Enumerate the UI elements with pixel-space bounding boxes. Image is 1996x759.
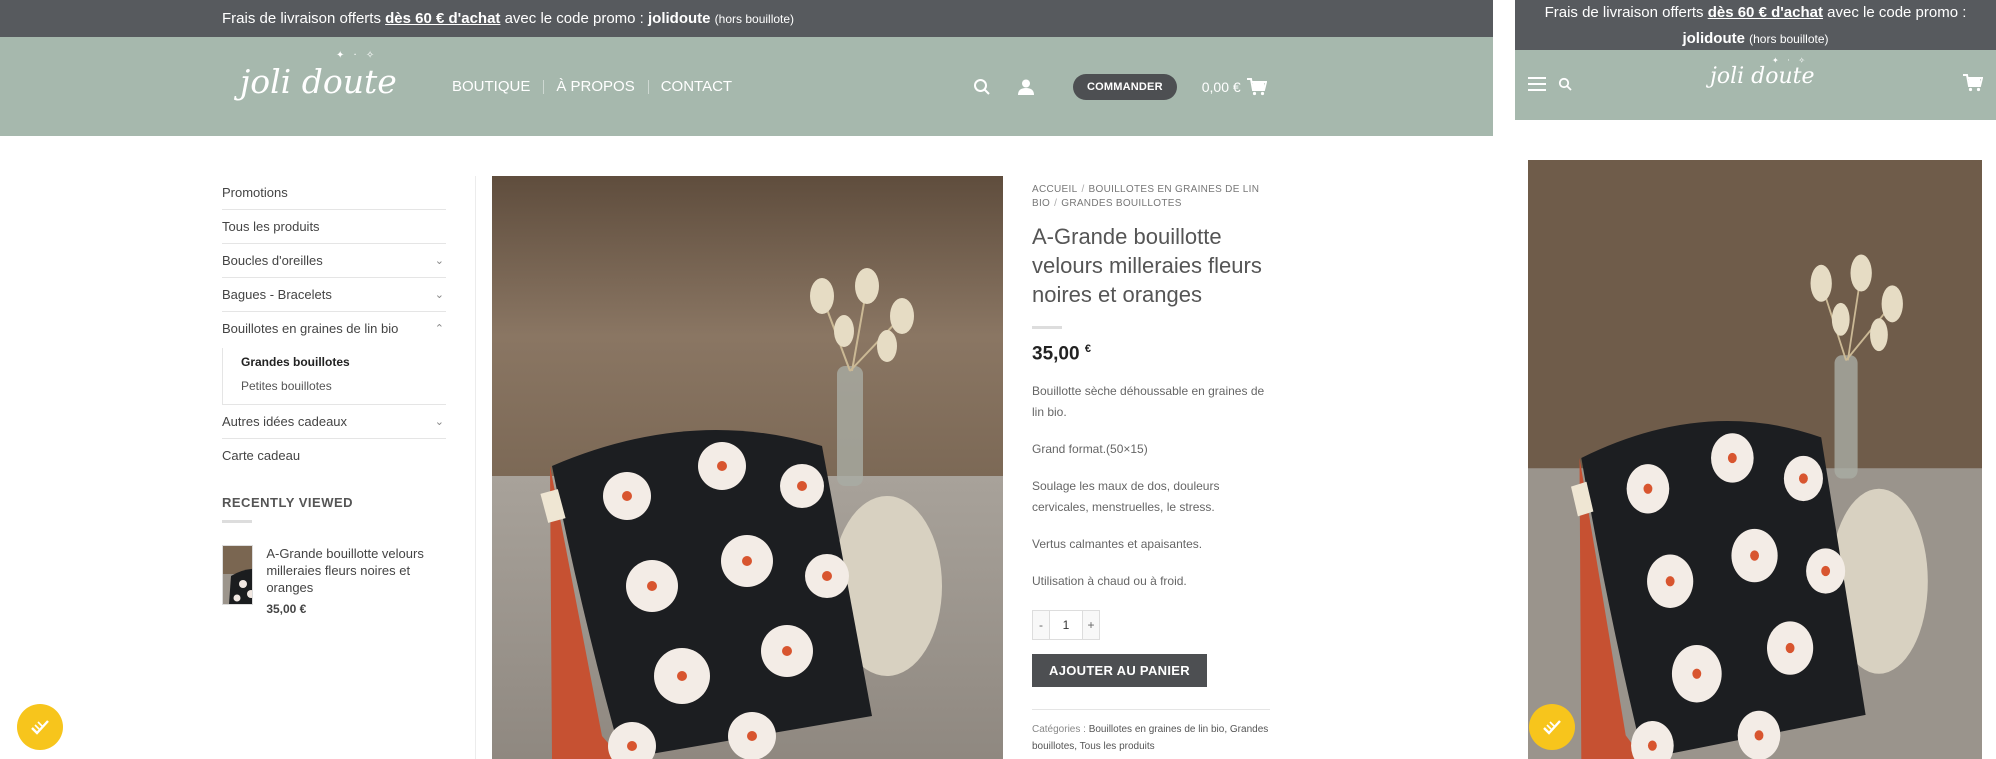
- category-label: Boucles d'oreilles: [222, 253, 323, 268]
- recently-viewed-item[interactable]: A-Grande bouillotte velours milleraies f…: [222, 545, 446, 618]
- chevron-up-icon[interactable]: ⌃: [435, 312, 444, 346]
- promo-code: jolidoute: [648, 10, 711, 27]
- quantity-stepper: - 1 +: [1032, 610, 1270, 641]
- search-icon[interactable]: [1558, 77, 1572, 96]
- promo-prefix: Frais de livraison offerts: [1544, 4, 1708, 21]
- promo-middle: avec le code promo :: [500, 10, 648, 27]
- divider: [222, 520, 252, 523]
- subcategory-list: Grandes bouillotes Petites bouillotes: [222, 348, 446, 405]
- cart-icon[interactable]: [1963, 74, 1984, 97]
- category-boucles[interactable]: Boucles d'oreilles ⌄: [222, 244, 446, 278]
- mobile-view: Frais de livraison offerts dès 60 € d'ac…: [1515, 0, 1996, 759]
- cookie-consent-button[interactable]: [1529, 704, 1575, 750]
- description-paragraph: Utilisation à chaud ou à froid.: [1032, 574, 1187, 589]
- cart-icon: [1246, 77, 1267, 95]
- chevron-down-icon[interactable]: ⌄: [435, 278, 444, 312]
- category-promotions[interactable]: Promotions: [222, 176, 446, 210]
- price-value: 35,00: [1032, 343, 1080, 365]
- description-paragraph: Bouillotte sèche déhoussable en graines …: [1032, 384, 1265, 420]
- product-thumbnail[interactable]: [222, 545, 254, 605]
- promo-suffix: (hors bouillote): [1749, 32, 1829, 46]
- nav-contact[interactable]: CONTACT: [647, 78, 745, 95]
- promo-code: jolidoute: [1682, 30, 1745, 47]
- promo-bar: Frais de livraison offerts dès 60 € d'ac…: [0, 0, 1493, 37]
- category-carte-cadeau[interactable]: Carte cadeau: [222, 439, 446, 473]
- chevron-down-icon[interactable]: ⌄: [435, 244, 444, 278]
- promo-threshold: dès 60 € d'achat: [1707, 4, 1823, 21]
- quantity-decrease-button[interactable]: -: [1032, 610, 1050, 641]
- category-sidebar: Promotions Tous les produits Boucles d'o…: [222, 176, 446, 618]
- description-paragraph: Grand format.(50×15): [1032, 442, 1148, 457]
- product-image[interactable]: [492, 176, 1003, 759]
- quantity-increase-button[interactable]: +: [1082, 610, 1100, 641]
- divider: [475, 176, 476, 759]
- category-bagues[interactable]: Bagues - Bracelets ⌄: [222, 278, 446, 312]
- promo-suffix: (hors bouillote): [714, 12, 795, 26]
- logo-stars: ✦ · ✧: [1772, 56, 1809, 65]
- breadcrumb: ACCUEIL / BOUILLOTES EN GRAINES DE LIN BIO…: [1032, 184, 1260, 209]
- recently-viewed-info: A-Grande bouillotte velours milleraies f…: [266, 545, 446, 618]
- cookie-consent-button[interactable]: [17, 704, 63, 750]
- price-currency: €: [1084, 343, 1091, 355]
- category-label: Tous les produits: [222, 219, 320, 234]
- logo-text: joli doute: [240, 62, 397, 101]
- cookie-consent-icon: [31, 720, 49, 735]
- recently-viewed-price: 35,00 €: [266, 602, 307, 616]
- category-label: Promotions: [222, 185, 288, 200]
- subcategory-grandes[interactable]: Grandes bouillotes: [241, 350, 446, 374]
- chevron-down-icon[interactable]: ⌄: [435, 405, 444, 439]
- product-summary: ACCUEIL / BOUILLOTES EN GRAINES DE LIN BIO…: [1032, 183, 1270, 755]
- category-label: Carte cadeau: [222, 448, 301, 463]
- header-actions: COMMANDER 0,00 €: [970, 37, 1267, 136]
- hamburger-icon[interactable]: [1528, 77, 1546, 96]
- mobile-promo-bar: Frais de livraison offerts dès 60 € d'ac…: [1515, 0, 1996, 50]
- description-paragraph: Vertus calmantes et apaisantes.: [1032, 537, 1203, 552]
- user-icon[interactable]: [1014, 75, 1038, 99]
- site-header: joli doute ✦ · ✧ BOUTIQUE À PROPOS CONTA…: [0, 37, 1493, 136]
- category-label: Bouillotes en graines de lin bio: [222, 321, 399, 336]
- quantity-input[interactable]: 1: [1050, 610, 1082, 641]
- divider: [1032, 326, 1062, 329]
- search-icon[interactable]: [970, 75, 994, 99]
- product-title: A-Grande bouillotte velours milleraies f…: [1032, 224, 1262, 307]
- subcategory-petites[interactable]: Petites bouillotes: [241, 374, 446, 398]
- cookie-consent-icon: [1543, 720, 1561, 735]
- recently-viewed-title: RECENTLY VIEWED: [222, 495, 354, 510]
- product-meta: Catégories : Bouillotes en graines de li…: [1032, 709, 1270, 755]
- mobile-product-image[interactable]: [1528, 160, 1982, 759]
- category-label: Autres idées cadeaux: [222, 414, 348, 429]
- nav-a-propos[interactable]: À PROPOS: [543, 78, 647, 95]
- product-price: 35,00 €: [1032, 343, 1270, 365]
- main-nav: BOUTIQUE À PROPOS CONTACT: [452, 37, 745, 136]
- category-bouillotes[interactable]: Bouillotes en graines de lin bio ⌃: [222, 312, 446, 346]
- logo[interactable]: joli doute ✦ · ✧: [240, 50, 397, 101]
- mobile-logo[interactable]: joli doute ✦ · ✧: [1710, 56, 1815, 89]
- cart-total: 0,00 €: [1201, 78, 1241, 95]
- category-tous-les-produits[interactable]: Tous les produits: [222, 210, 446, 244]
- recently-viewed-name[interactable]: A-Grande bouillotte velours milleraies f…: [266, 545, 446, 596]
- add-to-cart-button[interactable]: AJOUTER AU PANIER: [1032, 654, 1207, 688]
- logo-text: joli doute: [1710, 64, 1815, 89]
- product-description: Bouillotte sèche déhoussable en graines …: [1032, 381, 1270, 592]
- cart-link[interactable]: 0,00 €: [1201, 77, 1267, 96]
- category-label: Bagues - Bracelets: [222, 287, 332, 302]
- breadcrumb-subcategory[interactable]: GRANDES BOUILLOTES: [1061, 198, 1181, 209]
- promo-prefix: Frais de livraison offerts: [222, 10, 386, 27]
- desktop-view: Frais de livraison offerts dès 60 € d'ac…: [0, 0, 1493, 759]
- promo-threshold: dès 60 € d'achat: [385, 10, 501, 27]
- category-autres-idees[interactable]: Autres idées cadeaux ⌄: [222, 405, 446, 439]
- description-paragraph: Soulage les maux de dos, douleurs cervic…: [1032, 479, 1220, 515]
- nav-boutique[interactable]: BOUTIQUE: [452, 78, 543, 95]
- categories-label: Catégories :: [1032, 724, 1086, 736]
- promo-middle: avec le code promo :: [1823, 4, 1967, 21]
- logo-stars: ✦ · ✧: [336, 50, 378, 61]
- order-button[interactable]: COMMANDER: [1073, 73, 1177, 100]
- mobile-header: joli doute ✦ · ✧: [1515, 50, 1996, 120]
- breadcrumb-home[interactable]: ACCUEIL: [1032, 184, 1077, 195]
